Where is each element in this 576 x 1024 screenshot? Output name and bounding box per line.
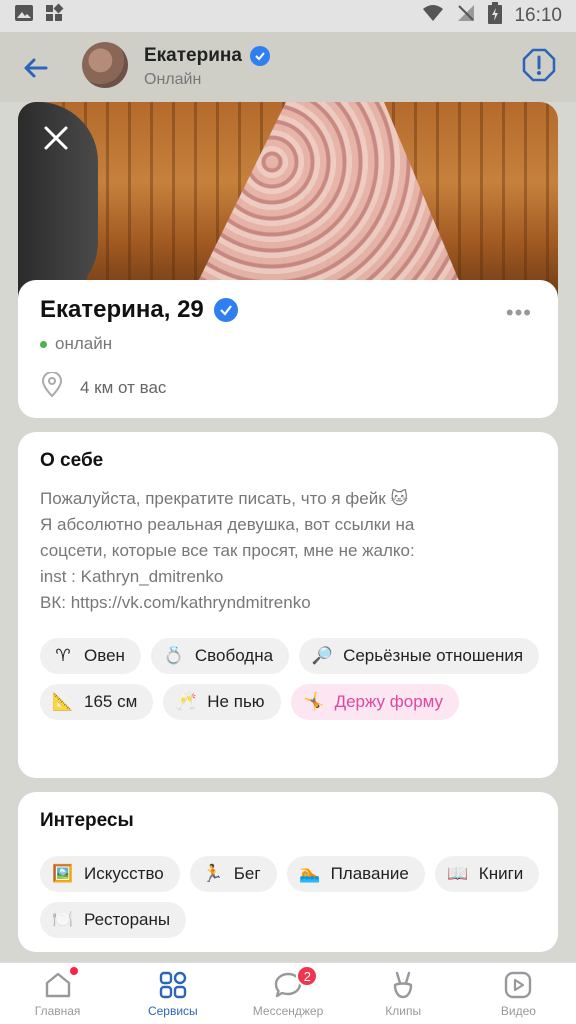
picture-icon: 🖼️ xyxy=(52,864,74,883)
status-bar: 16:10 xyxy=(0,0,576,32)
glasses-icon: 🥂 xyxy=(175,692,197,711)
header-name: Екатерина xyxy=(144,45,242,66)
about-title: О себе xyxy=(40,450,104,471)
clips-icon xyxy=(387,969,419,1004)
about-line: Я абсолютно реальная девушка, вот ссылки… xyxy=(40,515,415,534)
ring-icon: 💍 xyxy=(163,646,185,665)
profile-name-line: Екатерина, 29 xyxy=(40,296,238,324)
gymnast-icon: 🤸 xyxy=(302,692,325,711)
tag-label: Плавание xyxy=(330,864,409,883)
wifi-icon xyxy=(422,3,444,29)
about-line: соцсети, которые все так просят, мне не … xyxy=(40,541,415,560)
verified-icon xyxy=(249,46,270,66)
report-icon[interactable] xyxy=(522,48,556,82)
interest-running[interactable]: 🏃 Бег xyxy=(189,856,277,892)
distance-label: 4 км от вас xyxy=(80,377,167,397)
nav-clips[interactable]: Клипы xyxy=(346,963,461,1024)
tag-zodiac[interactable]: ♈ Овен xyxy=(40,638,141,674)
ruler-icon: 📐 xyxy=(52,692,74,711)
tag-label: Держу форму xyxy=(334,692,444,711)
back-arrow-icon[interactable] xyxy=(20,52,52,84)
tag-label: Не пью xyxy=(207,692,265,711)
nav-video[interactable]: Видео xyxy=(461,963,576,1024)
battery-icon xyxy=(488,2,503,30)
about-text: Пожалуйста, прекратите писать, что я фей… xyxy=(40,486,540,616)
interest-swimming[interactable]: 🏊 Плавание xyxy=(286,856,425,892)
aries-icon: ♈ xyxy=(55,646,71,665)
more-options-icon[interactable]: ••• xyxy=(506,300,532,326)
unread-badge: 2 xyxy=(296,965,319,987)
nav-label: Клипы xyxy=(385,1004,422,1018)
avatar[interactable] xyxy=(82,42,128,88)
tag-label: Серьёзные отношения xyxy=(343,646,524,665)
gallery-icon xyxy=(14,3,34,29)
profile-photo[interactable] xyxy=(18,102,558,302)
profile-sheet: Екатерина, 29 ••• онлайн 4 км от вас О с… xyxy=(18,102,558,962)
magnifier-icon: 🔎 xyxy=(311,646,333,665)
interest-art[interactable]: 🖼️ Искусство xyxy=(40,856,180,892)
about-line[interactable]: ВК: https://vk.com/kathryndmitrenko xyxy=(40,590,540,616)
nav-label: Видео xyxy=(500,1004,536,1018)
tag-label: Рестораны xyxy=(84,910,171,929)
interests-tags: 🖼️ Искусство 🏃 Бег 🏊 Плавание 📖 Книги 🍽️ Рест… xyxy=(40,856,540,938)
close-icon[interactable] xyxy=(38,120,74,156)
about-card: О себе Пожалуйста, прекратите писать, чт… xyxy=(18,432,558,778)
no-signal-icon xyxy=(456,3,476,29)
header-status: Онлайн xyxy=(144,71,202,88)
tag-label: Книги xyxy=(478,864,524,883)
chat-header: Екатерина Онлайн xyxy=(0,32,576,102)
tag-fitness[interactable]: 🤸 Держу форму xyxy=(290,684,460,720)
tag-label: Бег xyxy=(233,864,261,883)
about-tags: ♈ Овен 💍 Свободна 🔎 Серьёзные отношения 📐 16… xyxy=(40,638,540,720)
bottom-nav: Главная Сервисы 2 Мессенджер Клипы Видео xyxy=(0,962,576,1024)
tag-label: 165 см xyxy=(84,692,138,711)
online-status: онлайн xyxy=(40,334,112,354)
tag-label: Овен xyxy=(84,646,125,665)
header-name-line[interactable]: Екатерина xyxy=(144,45,270,67)
interests-card: Интересы 🖼️ Искусство 🏃 Бег 🏊 Плавание 📖 Кни… xyxy=(18,792,558,952)
interest-books[interactable]: 📖 Книги xyxy=(434,856,540,892)
nav-home[interactable]: Главная xyxy=(0,963,115,1024)
nav-services[interactable]: Сервисы xyxy=(115,963,230,1024)
nav-messenger[interactable]: 2 Мессенджер xyxy=(230,963,345,1024)
verified-icon xyxy=(213,298,238,322)
tag-label: Искусство xyxy=(84,864,164,883)
tag-height[interactable]: 📐 165 см xyxy=(40,684,154,720)
online-dot-icon xyxy=(40,340,47,348)
profile-info-card: Екатерина, 29 ••• онлайн 4 км от вас xyxy=(18,280,558,418)
nav-label: Мессенджер xyxy=(252,1004,324,1018)
book-icon: 📖 xyxy=(447,864,469,883)
home-icon xyxy=(42,969,74,1004)
location-line: 4 км от вас xyxy=(40,371,167,403)
nav-label: Сервисы xyxy=(147,1004,198,1018)
photo-dress-shape xyxy=(188,102,468,302)
swimmer-icon: 🏊 xyxy=(298,864,321,883)
about-line: Пожалуйста, прекратите писать, что я фей… xyxy=(40,489,409,508)
about-line: inst : Kathryn_dmitrenko xyxy=(40,567,224,586)
nav-label: Главная xyxy=(34,1004,81,1018)
widgets-icon xyxy=(44,3,64,29)
plate-icon: 🍽️ xyxy=(52,910,74,929)
interests-title: Интересы xyxy=(40,810,134,831)
clock-time: 16:10 xyxy=(514,5,562,26)
runner-icon: 🏃 xyxy=(202,864,224,883)
services-icon xyxy=(157,969,189,1004)
interest-restaurants[interactable]: 🍽️ Рестораны xyxy=(40,902,187,938)
notification-dot xyxy=(70,967,78,975)
video-icon xyxy=(502,969,534,1004)
online-label: онлайн xyxy=(55,334,113,353)
location-pin-icon xyxy=(40,371,64,403)
tag-label: Свободна xyxy=(194,646,274,665)
tag-drinking[interactable]: 🥂 Не пью xyxy=(163,684,281,720)
tag-relationship-status[interactable]: 💍 Свободна xyxy=(150,638,290,674)
profile-name-age: Екатерина, 29 xyxy=(40,296,204,323)
tag-looking-for[interactable]: 🔎 Серьёзные отношения xyxy=(299,638,540,674)
